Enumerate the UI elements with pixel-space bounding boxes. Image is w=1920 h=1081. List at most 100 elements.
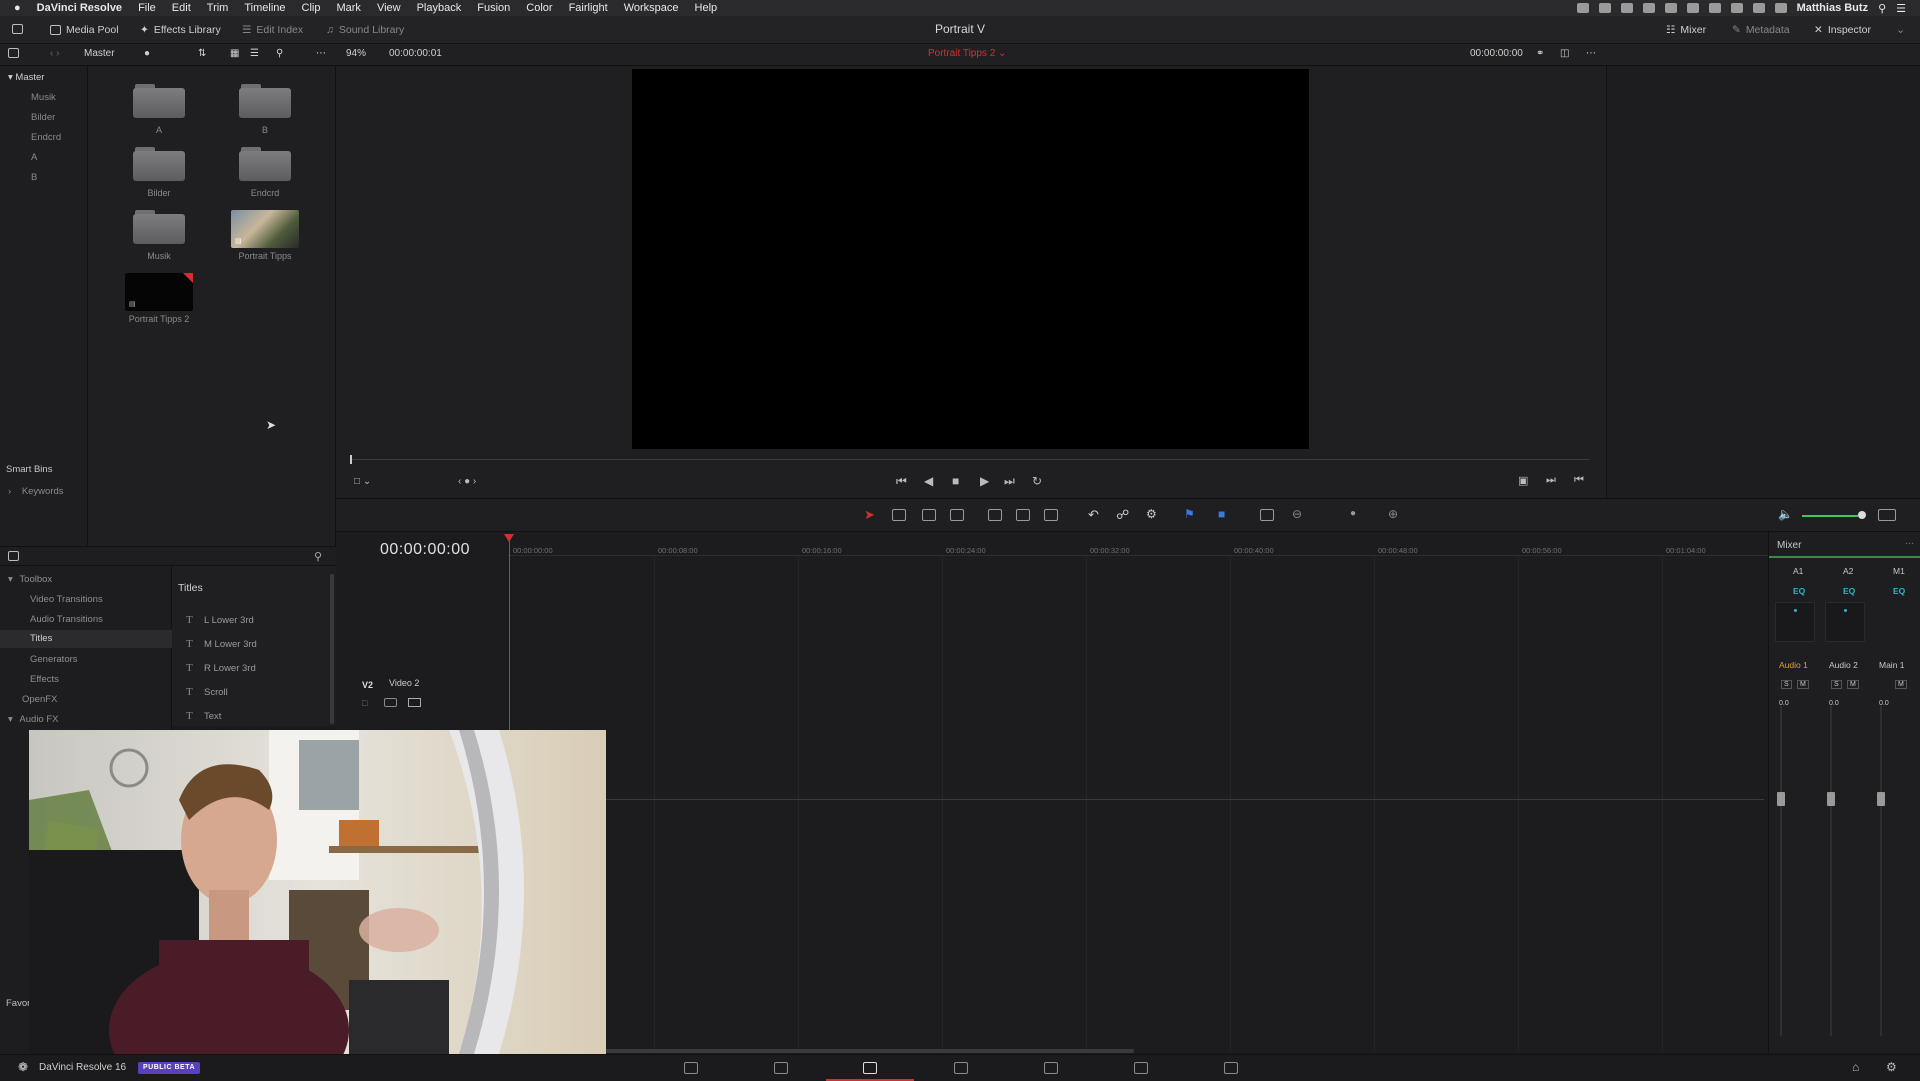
stop-icon[interactable]: ■	[952, 474, 959, 488]
pan-control[interactable]	[1825, 602, 1865, 642]
search-icon[interactable]: ⚲	[276, 48, 283, 59]
play-reverse-icon[interactable]: ◀	[924, 474, 933, 488]
audio-scrub-icon[interactable]: ⚭	[1536, 48, 1544, 59]
eq-button[interactable]: EQ	[1893, 586, 1905, 596]
fx-generators[interactable]: Generators	[30, 654, 78, 665]
viewer-scrub-bar[interactable]	[350, 459, 1590, 460]
previous-edit-icon[interactable]: ⏮	[1574, 474, 1584, 487]
bin-master[interactable]: ▾ Master	[8, 72, 44, 83]
edit-page-tab[interactable]	[826, 1055, 914, 1081]
timeline-selector[interactable]: Portrait Tipps 2 ⌄	[928, 48, 1006, 59]
tray-icon[interactable]	[1664, 3, 1677, 13]
fx-audio-transitions[interactable]: Audio Transitions	[30, 614, 103, 625]
timeline-clip-thumbnail[interactable]: ▤	[125, 273, 193, 311]
pan-control[interactable]	[1775, 602, 1815, 642]
timeline-scrollbar[interactable]	[604, 1049, 1134, 1053]
media-page-icon[interactable]	[684, 1062, 698, 1074]
more-options-icon[interactable]: ⋯	[1905, 538, 1914, 549]
master-volume-slider[interactable]	[1802, 515, 1858, 517]
menu-trim[interactable]: Trim	[207, 2, 229, 14]
title-item[interactable]: T Scroll	[186, 686, 228, 698]
go-to-end-icon[interactable]: ⏭	[1004, 474, 1015, 489]
home-icon[interactable]: ⌂	[1852, 1060, 1859, 1074]
solo-button[interactable]: S	[1781, 680, 1792, 689]
fx-effects[interactable]: Effects	[30, 674, 59, 685]
mute-button[interactable]: M	[1797, 680, 1809, 689]
zoom-mode-icon[interactable]	[1260, 509, 1274, 521]
wifi-icon[interactable]	[1752, 3, 1765, 13]
spotlight-search-icon[interactable]: ⚲	[1878, 2, 1886, 15]
viewer-mode-icon[interactable]: □ ⌄	[354, 476, 371, 487]
search-icon[interactable]: ⚲	[314, 550, 322, 563]
color-page-icon[interactable]	[1044, 1062, 1058, 1074]
link-icon[interactable]: ☍	[1116, 507, 1129, 523]
grid-view-icon[interactable]: ▦	[230, 48, 239, 59]
title-item[interactable]: TM Lower 3rd	[186, 638, 257, 650]
replace-clip-icon[interactable]	[1044, 509, 1058, 521]
viewer-layout-icon[interactable]: ◫	[1560, 48, 1569, 59]
fairlight-page-icon[interactable]	[1134, 1062, 1148, 1074]
mixer-button[interactable]: ☷ Mixer	[1666, 22, 1706, 38]
track-visibility-icon[interactable]	[408, 698, 421, 707]
record-dot-icon[interactable]: ●	[144, 48, 150, 59]
marker-icon[interactable]: ■	[1218, 507, 1225, 521]
selection-tool-icon[interactable]: ➤	[864, 507, 875, 523]
tray-icon[interactable]	[1686, 3, 1699, 13]
favorites-header[interactable]: Favor	[6, 998, 30, 1009]
folder-icon[interactable]	[239, 84, 291, 118]
bin-item[interactable]: A	[31, 152, 37, 163]
zoom-slider-knob[interactable]: ●	[1350, 508, 1356, 519]
bin-item[interactable]: Musik	[31, 92, 56, 103]
fx-titles[interactable]: Titles	[0, 630, 172, 648]
fader-knob[interactable]	[1827, 792, 1835, 806]
track-name[interactable]: Video 2	[389, 678, 419, 688]
next-edit-icon[interactable]: ⏭	[1546, 474, 1556, 487]
deliver-page-icon[interactable]	[1224, 1062, 1238, 1074]
insert-clip-icon[interactable]	[988, 509, 1002, 521]
gear-icon[interactable]: ⚙	[1886, 1060, 1897, 1074]
menu-help[interactable]: Help	[695, 2, 718, 14]
title-item[interactable]: TL Lower 3rd	[186, 614, 254, 626]
volume-slider-knob[interactable]	[1858, 511, 1866, 519]
snapping-icon[interactable]: ↶	[1088, 507, 1099, 523]
list-scrollbar[interactable]	[330, 574, 334, 724]
menu-mark[interactable]: Mark	[336, 2, 360, 14]
tray-icon[interactable]	[1642, 3, 1655, 13]
folder-icon[interactable]	[133, 147, 185, 181]
panel-toggle-icon[interactable]	[8, 551, 19, 564]
scrub-playhead[interactable]	[350, 455, 352, 464]
cut-page-icon[interactable]	[774, 1062, 788, 1074]
mute-button[interactable]: M	[1847, 680, 1859, 689]
eq-button[interactable]: EQ	[1843, 586, 1855, 596]
match-frame-icon[interactable]: ▣	[1518, 474, 1528, 487]
playhead[interactable]	[509, 536, 510, 732]
title-item[interactable]: T Text	[186, 710, 221, 722]
jog-control-icon[interactable]: ‹ ● ›	[458, 476, 476, 487]
apple-menu-icon[interactable]: ●	[14, 2, 21, 14]
play-icon[interactable]: ▶	[980, 474, 989, 488]
smart-bin-keywords[interactable]: › Keywords	[8, 486, 64, 497]
bin-item[interactable]: Bilder	[31, 112, 55, 123]
auto-select-icon[interactable]	[384, 698, 397, 707]
bluetooth-icon[interactable]	[1730, 3, 1743, 13]
fader-knob[interactable]	[1777, 792, 1785, 806]
volume-icon[interactable]: 🔈	[1778, 507, 1793, 521]
more-options-icon[interactable]: ⋯	[316, 48, 326, 59]
zoom-in-icon[interactable]: ⊕	[1388, 507, 1398, 521]
bin-item[interactable]: Endcrd	[31, 132, 61, 143]
loop-icon[interactable]: ↻	[1032, 474, 1042, 488]
folder-icon[interactable]	[133, 84, 185, 118]
fx-openfx[interactable]: OpenFX	[22, 694, 57, 705]
title-item[interactable]: TR Lower 3rd	[186, 662, 256, 674]
notification-center-icon[interactable]: ☰	[1896, 2, 1906, 15]
menu-color[interactable]: Color	[526, 2, 552, 14]
toolbox-group[interactable]: ▾ Toolbox	[8, 574, 52, 585]
flag-icon[interactable]: ⚑	[1184, 507, 1195, 521]
user-name[interactable]: Matthias Butz	[1797, 2, 1869, 14]
bin-list-toggle-icon[interactable]	[8, 48, 19, 61]
menu-fusion[interactable]: Fusion	[477, 2, 510, 14]
list-view-icon[interactable]: ☰	[250, 48, 259, 59]
app-menu[interactable]: DaVinci Resolve	[37, 2, 122, 14]
fx-audio-fx[interactable]: ▾ Audio FX	[8, 714, 59, 725]
nav-back-icon[interactable]: ‹ ›	[50, 48, 59, 59]
